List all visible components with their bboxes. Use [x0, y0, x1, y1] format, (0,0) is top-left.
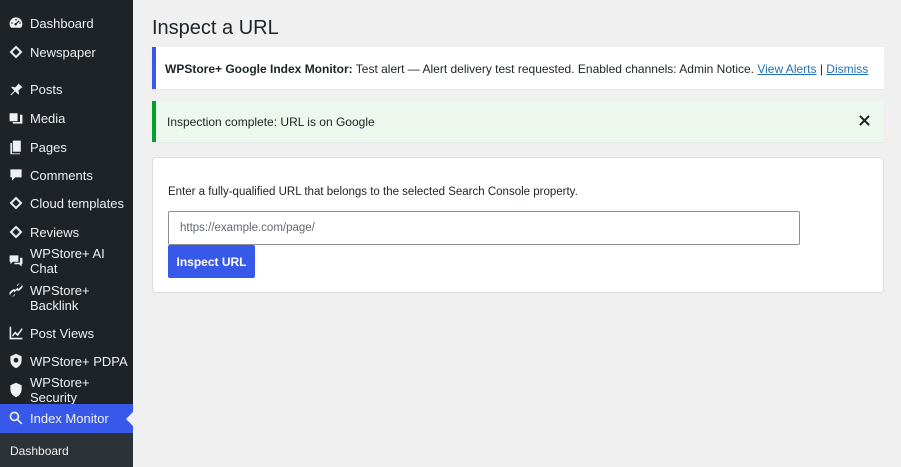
sidebar-item-cloud-templates[interactable]: Cloud templates	[0, 194, 133, 212]
page-title: Inspect a URL	[152, 17, 279, 39]
sidebar-item-label: Index Monitor	[30, 411, 109, 426]
inspect-url-button[interactable]: Inspect URL	[168, 245, 255, 278]
admin-sidebar: Dashboard Newspaper Posts Media Pages Co…	[0, 0, 134, 467]
sidebar-item-comments[interactable]: Comments	[0, 166, 133, 184]
pages-icon	[7, 138, 25, 156]
sidebar-item-posts[interactable]: Posts	[0, 80, 133, 98]
pushpin-icon	[7, 80, 25, 98]
sidebar-item-label: Post Views	[30, 325, 95, 341]
close-icon[interactable]	[856, 112, 872, 128]
shield-icon	[7, 381, 25, 399]
sidebar-item-label: WPStore+ Backlink	[30, 283, 90, 313]
link-icon	[7, 281, 25, 299]
alert-notice-text: WPStore+ Google Index Monitor: Test aler…	[165, 62, 868, 76]
media-icon	[7, 109, 25, 127]
sidebar-item-newspaper[interactable]: Newspaper	[0, 43, 133, 61]
sidebar-item-label: Pages	[30, 139, 67, 155]
comments-icon	[7, 166, 25, 184]
alert-notice: WPStore+ Google Index Monitor: Test aler…	[152, 47, 884, 89]
sidebar-item-label: Posts	[30, 81, 63, 97]
sidebar-submenu: Dashboard	[0, 433, 133, 467]
sidebar-item-ai-chat[interactable]: WPStore+ AI Chat	[0, 246, 133, 276]
sidebar-item-label: Dashboard	[30, 15, 94, 31]
sidebar-item-label: Reviews	[30, 224, 80, 240]
form-description: Enter a fully-qualified URL that belongs…	[168, 186, 578, 198]
sidebar-item-label: Media	[30, 110, 66, 126]
view-alerts-link[interactable]: View Alerts	[757, 62, 816, 76]
chart-line-icon	[7, 324, 25, 342]
inspect-url-card: Enter a fully-qualified URL that belongs…	[152, 157, 884, 293]
sidebar-item-security[interactable]: WPStore+ Security	[0, 375, 133, 405]
sidebar-item-backlink[interactable]: WPStore+ Backlink	[0, 281, 133, 313]
alert-notice-source: WPStore+ Google Index Monitor:	[165, 62, 353, 76]
link-separator: |	[816, 62, 827, 76]
sidebar-item-label: Comments	[30, 167, 93, 183]
sidebar-item-label: Cloud templates	[30, 195, 124, 211]
sidebar-item-dashboard[interactable]: Dashboard	[0, 14, 133, 32]
ai-chat-icon	[7, 252, 25, 270]
sidebar-item-label: WPStore+ Security	[30, 375, 90, 405]
main-content: Inspect a URL WPStore+ Google Index Moni…	[133, 0, 901, 467]
cloud-templates-icon	[7, 194, 25, 212]
success-notice: Inspection complete: URL is on Google	[152, 101, 884, 142]
search-icon	[7, 409, 25, 427]
sidebar-item-pdpa[interactable]: WPStore+ PDPA	[0, 352, 133, 370]
submenu-item-dashboard[interactable]: Dashboard	[10, 444, 69, 458]
sidebar-item-reviews[interactable]: Reviews	[0, 223, 133, 241]
sidebar-item-label: WPStore+ AI Chat	[30, 246, 105, 276]
sidebar-item-media[interactable]: Media	[0, 109, 133, 127]
url-input[interactable]	[168, 211, 800, 245]
newspaper-icon	[7, 43, 25, 61]
dismiss-link[interactable]: Dismiss	[826, 62, 868, 76]
sidebar-item-label: WPStore+ PDPA	[30, 353, 128, 369]
success-notice-text: Inspection complete: URL is on Google	[167, 115, 375, 129]
reviews-icon	[7, 223, 25, 241]
sidebar-item-label: Newspaper	[30, 44, 96, 60]
sidebar-item-post-views[interactable]: Post Views	[0, 324, 133, 342]
pdpa-shield-icon	[7, 352, 25, 370]
alert-notice-message: Test alert — Alert delivery test request…	[352, 62, 758, 76]
dashboard-icon	[7, 14, 25, 32]
sidebar-item-index-monitor[interactable]: Index Monitor	[0, 404, 134, 433]
sidebar-item-pages[interactable]: Pages	[0, 138, 133, 156]
